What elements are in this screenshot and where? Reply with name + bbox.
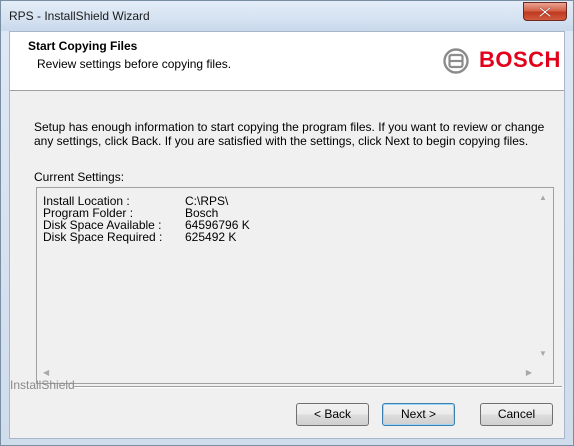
header-panel: Start Copying Files Review settings befo… [10, 32, 564, 91]
wizard-window: RPS - InstallShield Wizard Start Copying… [0, 0, 574, 446]
page-title: Start Copying Files [28, 39, 138, 53]
scroll-down-icon[interactable]: ▼ [539, 350, 547, 358]
next-button[interactable]: Next > [382, 403, 455, 426]
wizard-client-area: Start Copying Files Review settings befo… [9, 31, 565, 439]
cancel-button[interactable]: Cancel [480, 403, 553, 426]
close-icon [539, 7, 551, 17]
settings-row: Disk Space Required : 625492 K [43, 231, 250, 243]
horizontal-scrollbar[interactable]: ◀ ▶ [38, 365, 537, 382]
scroll-up-icon[interactable]: ▲ [539, 194, 547, 202]
scroll-left-icon[interactable]: ◀ [43, 369, 49, 377]
info-text: Setup has enough information to start co… [34, 120, 545, 148]
scrollbar-corner [535, 365, 552, 382]
settings-textbox[interactable]: Install Location : C:\RPS\ Program Folder… [36, 187, 554, 384]
setting-key: Disk Space Required : [43, 230, 163, 244]
vertical-scrollbar[interactable]: ▲ ▼ [535, 189, 552, 364]
window-title: RPS - InstallShield Wizard [9, 9, 150, 23]
bosch-armature-icon [443, 48, 469, 74]
footer-divider [74, 386, 562, 388]
settings-list: Install Location : C:\RPS\ Program Folder… [43, 195, 250, 243]
installshield-label: InstallShield [10, 378, 75, 392]
bosch-logo: BOSCH [438, 46, 566, 74]
title-bar[interactable]: RPS - InstallShield Wizard [1, 1, 573, 31]
scroll-right-icon[interactable]: ▶ [526, 369, 532, 377]
page-subtitle: Review settings before copying files. [37, 57, 232, 71]
back-button[interactable]: < Back [296, 403, 369, 426]
brand-name: BOSCH [479, 47, 561, 72]
close-button[interactable] [523, 2, 567, 21]
current-settings-label: Current Settings: [34, 170, 125, 184]
setting-value: 625492 K [185, 230, 237, 244]
